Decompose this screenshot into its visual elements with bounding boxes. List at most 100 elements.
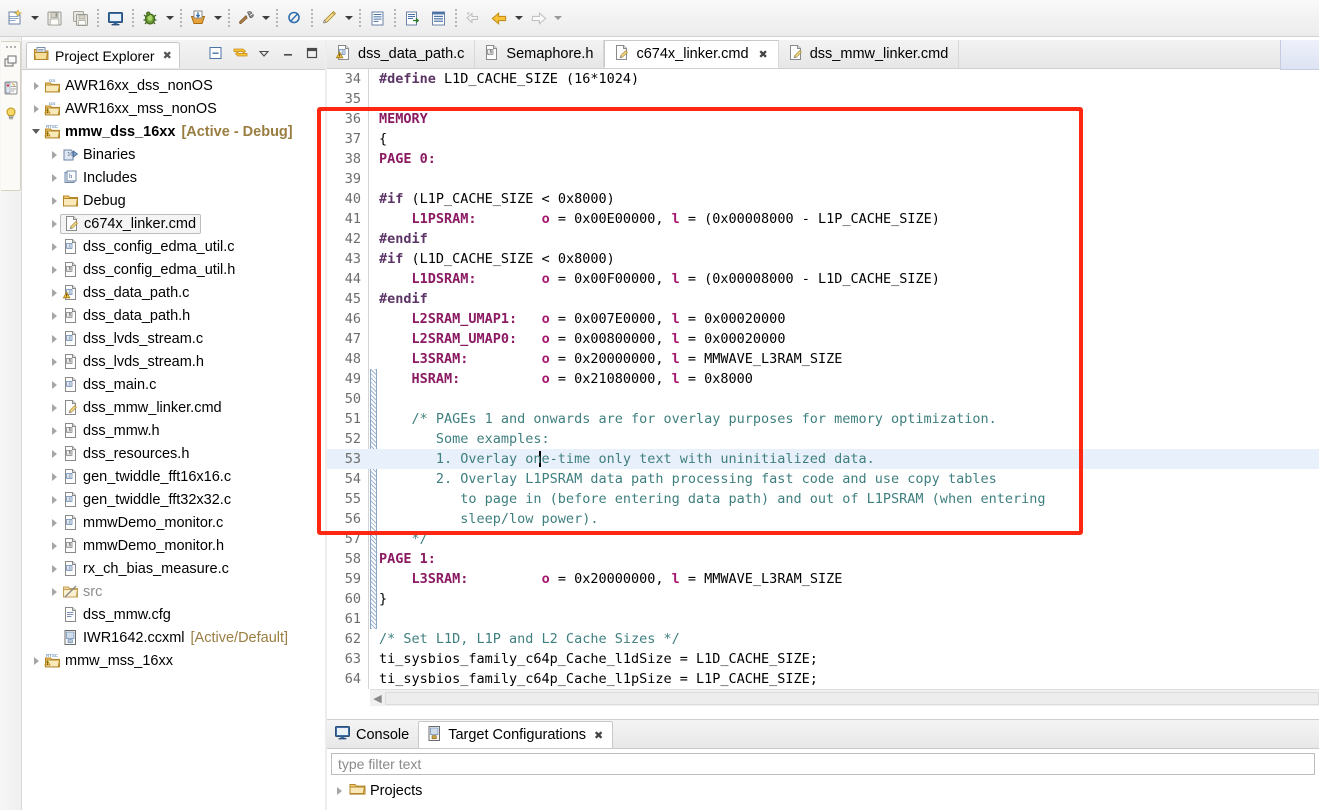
tree-item-content[interactable]: c674x_linker.cmd — [60, 214, 201, 234]
new-wizard-dropdown[interactable] — [28, 6, 41, 30]
back-history-button[interactable] — [461, 6, 485, 30]
chevron-right-icon[interactable] — [48, 442, 60, 465]
close-icon[interactable]: ✖ — [163, 49, 172, 62]
tree-item-binaries[interactable]: 10Binaries — [22, 143, 325, 166]
code-line-43[interactable]: 43#if (L1D_CACHE_SIZE < 0x8000) — [327, 249, 1319, 269]
editor-tab-dss-data-path-c[interactable]: .cdss_data_path.c — [327, 40, 475, 68]
bottom-tab-console[interactable]: Console — [327, 721, 418, 748]
code-line-47[interactable]: 47 L2SRAM_UMAP0: o = 0x00800000, l = 0x0… — [327, 329, 1319, 349]
code-line-59[interactable]: 59 L3SRAM: o = 0x20000000, l = MMWAVE_L3… — [327, 569, 1319, 589]
code-line-40[interactable]: 40#if (L1P_CACHE_SIZE < 0x8000) — [327, 189, 1319, 209]
lightbulb-icon[interactable] — [3, 106, 19, 122]
chevron-right-icon[interactable] — [48, 396, 60, 419]
tree-item-mmwdemo-monitor-h[interactable]: .hmmwDemo_monitor.h — [22, 534, 325, 557]
forward-button[interactable] — [526, 6, 550, 30]
tree-item-content[interactable]: .hdss_lvds_stream.h — [60, 352, 206, 372]
tree-item-content[interactable]: Debug — [60, 191, 128, 211]
tree-item-mmw-dss-16xx[interactable]: RTSCmmw_dss_16xx[Active - Debug] — [22, 120, 325, 143]
drag-handle-dots[interactable] — [5, 45, 17, 50]
tree-item-content[interactable]: IWR1642.ccxml[Active/Default] — [60, 628, 290, 648]
editor-tab-dss-mmw-linker-cmd[interactable]: dss_mmw_linker.cmd — [779, 40, 960, 68]
code-line-37[interactable]: 37{ — [327, 129, 1319, 149]
chevron-right-icon[interactable] — [48, 212, 60, 235]
chevron-right-icon[interactable] — [333, 787, 345, 795]
scrollbar-thumb[interactable] — [385, 692, 1319, 705]
chevron-down-icon[interactable] — [30, 120, 42, 143]
tree-item-content[interactable]: 10Binaries — [60, 145, 137, 165]
tree-item-content[interactable]: .hdss_resources.h — [60, 444, 191, 464]
chevron-right-icon[interactable] — [48, 534, 60, 557]
code-line-34[interactable]: 34#define L1D_CACHE_SIZE (16*1024) — [327, 69, 1319, 89]
tree-item-src[interactable]: src — [22, 580, 325, 603]
tree-item-awr16xx-dss-nonos[interactable]: ccsAWR16xx_dss_nonOS — [22, 74, 325, 97]
minimize-icon[interactable] — [279, 44, 297, 62]
chevron-right-icon[interactable] — [48, 166, 60, 189]
chevron-right-icon[interactable] — [48, 419, 60, 442]
view-menu-chevron-down-icon[interactable] — [255, 44, 273, 62]
tree-item-awr16xx-mss-nonos[interactable]: ccsAWR16xx_mss_nonOS — [22, 97, 325, 120]
code-line-60[interactable]: 60} — [327, 589, 1319, 609]
tree-item-gen-twiddle-fft16x16-c[interactable]: .cgen_twiddle_fft16x16.c — [22, 465, 325, 488]
build-button[interactable] — [234, 6, 258, 30]
code-line-56[interactable]: 56 sleep/low power). — [327, 509, 1319, 529]
tree-item-content[interactable]: .cdss_data_path.c — [60, 283, 191, 303]
run-button[interactable] — [186, 6, 210, 30]
chevron-right-icon[interactable] — [48, 511, 60, 534]
code-line-51[interactable]: 51 /* PAGEs 1 and onwards are for overla… — [327, 409, 1319, 429]
code-line-64[interactable]: 64ti_sysbios_family_c64p_Cache_l1pSize =… — [327, 669, 1319, 689]
chevron-right-icon[interactable] — [30, 97, 42, 120]
tree-item-content[interactable]: .cdss_main.c — [60, 375, 158, 395]
close-icon[interactable]: ✖ — [759, 48, 768, 61]
open-declaration-button[interactable] — [365, 6, 389, 30]
tree-item-content[interactable]: dss_mmw.cfg — [60, 605, 173, 625]
tree-item-content[interactable]: .hdss_data_path.h — [60, 306, 192, 326]
code-line-44[interactable]: 44 L1DSRAM: o = 0x00F00000, l = (0x00008… — [327, 269, 1319, 289]
editor-tab-c674x-linker-cmd[interactable]: c674x_linker.cmd✖ — [604, 40, 778, 68]
console-button[interactable] — [103, 6, 127, 30]
code-line-50[interactable]: 50 — [327, 389, 1319, 409]
pencil-dropdown[interactable] — [342, 6, 355, 30]
restore-perspective-icon[interactable] — [3, 54, 19, 70]
tab-project-explorer[interactable]: Project Explorer ✖ — [26, 42, 180, 68]
tree-item-iwr1642-ccxml[interactable]: IWR1642.ccxml[Active/Default] — [22, 626, 325, 649]
chevron-right-icon[interactable] — [48, 281, 60, 304]
code-line-53[interactable]: 53 1. Overlay one-time only text with un… — [327, 449, 1319, 469]
chevron-right-icon[interactable] — [48, 557, 60, 580]
editor-tab-semaphore-h[interactable]: .hSemaphore.h — [475, 40, 604, 68]
code-line-57[interactable]: 57 */ — [327, 529, 1319, 549]
build-dropdown[interactable] — [259, 6, 272, 30]
code-line-46[interactable]: 46 L2SRAM_UMAP1: o = 0x007E0000, l = 0x0… — [327, 309, 1319, 329]
project-tree[interactable]: ccsAWR16xx_dss_nonOS ccsAWR16xx_mss_nonOS… — [22, 69, 325, 810]
chevron-right-icon[interactable] — [30, 649, 42, 672]
link-editor-icon[interactable] — [231, 44, 249, 62]
code-line-58[interactable]: 58PAGE 1: — [327, 549, 1319, 569]
tree-item-rx-ch-bias-measure-c[interactable]: .crx_ch_bias_measure.c — [22, 557, 325, 580]
tree-item-dss-lvds-stream-h[interactable]: .hdss_lvds_stream.h — [22, 350, 325, 373]
chevron-right-icon[interactable] — [30, 74, 42, 97]
tree-item-dss-resources-h[interactable]: .hdss_resources.h — [22, 442, 325, 465]
code-line-49[interactable]: 49 HSRAM: o = 0x21080000, l = 0x8000 — [327, 369, 1319, 389]
tree-item-c674x-linker-cmd[interactable]: c674x_linker.cmd — [22, 212, 325, 235]
tree-item-content[interactable]: src — [60, 582, 104, 602]
scroll-left-arrow-icon[interactable]: ◀ — [370, 692, 385, 705]
tree-item-content[interactable]: ccsAWR16xx_mss_nonOS — [42, 99, 219, 119]
chevron-right-icon[interactable] — [48, 488, 60, 511]
code-line-62[interactable]: 62/* Set L1D, L1P and L2 Cache Sizes */ — [327, 629, 1319, 649]
tree-item-content[interactable]: .cgen_twiddle_fft32x32.c — [60, 490, 233, 510]
tree-item-dss-config-edma-util-c[interactable]: .cdss_config_edma_util.c — [22, 235, 325, 258]
debug-dropdown[interactable] — [163, 6, 176, 30]
code-line-36[interactable]: 36MEMORY — [327, 109, 1319, 129]
tree-item-content[interactable]: ccsAWR16xx_dss_nonOS — [42, 76, 215, 96]
tree-item-content[interactable]: RTSCmmw_dss_16xx[Active - Debug] — [42, 122, 295, 142]
back-dropdown[interactable] — [512, 6, 525, 30]
tree-item-dss-config-edma-util-h[interactable]: .hdss_config_edma_util.h — [22, 258, 325, 281]
tree-item-content[interactable]: .cdss_lvds_stream.c — [60, 329, 205, 349]
code-line-35[interactable]: 35 — [327, 89, 1319, 109]
tree-item-dss-mmw-linker-cmd[interactable]: dss_mmw_linker.cmd — [22, 396, 325, 419]
code-line-52[interactable]: 52 Some examples: — [327, 429, 1319, 449]
tree-item-content[interactable]: .cdss_config_edma_util.c — [60, 237, 237, 257]
tree-item-debug[interactable]: Debug — [22, 189, 325, 212]
collapse-all-icon[interactable] — [207, 44, 225, 62]
tree-item-content[interactable]: .hdss_config_edma_util.h — [60, 260, 237, 280]
forward-dropdown[interactable] — [551, 6, 564, 30]
